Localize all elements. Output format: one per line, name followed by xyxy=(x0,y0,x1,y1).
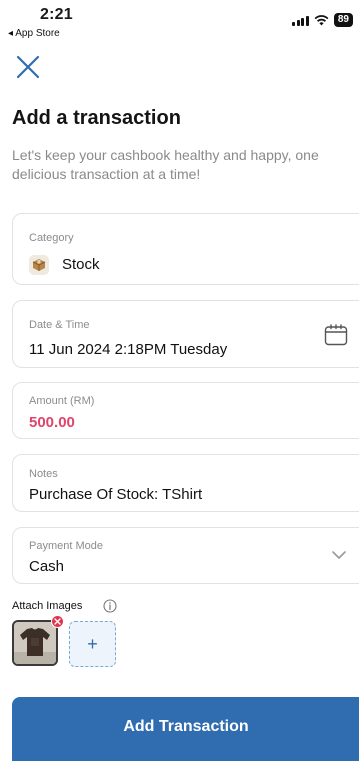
payment-mode-select[interactable]: Payment Mode Cash xyxy=(12,527,359,584)
close-icon[interactable] xyxy=(14,53,42,81)
calendar-icon[interactable] xyxy=(324,324,348,346)
datetime-value: 11 Jun 2024 2:18PM Tuesday xyxy=(29,341,228,358)
box-icon xyxy=(29,255,49,275)
wifi-icon xyxy=(314,14,329,25)
add-transaction-label: Add Transaction xyxy=(123,718,249,735)
add-transaction-button[interactable]: Add Transaction xyxy=(12,697,359,761)
notes-label: Notes xyxy=(29,468,58,480)
payment-mode-label: Payment Mode xyxy=(29,540,103,552)
amount-field[interactable]: Amount (RM) 500.00 xyxy=(12,382,359,439)
attach-images-label: Attach Images xyxy=(12,600,83,612)
back-to-app-store-link[interactable]: ◂ App Store xyxy=(8,28,60,39)
category-value: Stock xyxy=(62,256,100,273)
chevron-down-icon xyxy=(332,551,346,559)
amount-label: Amount (RM) xyxy=(29,395,95,407)
datetime-label: Date & Time xyxy=(29,319,90,331)
remove-image-icon[interactable] xyxy=(51,615,64,628)
notes-value: Purchase Of Stock: TShirt xyxy=(29,486,203,503)
category-label: Category xyxy=(29,232,74,244)
amount-value: 500.00 xyxy=(29,414,75,431)
plus-icon: + xyxy=(87,634,98,654)
notes-field[interactable]: Notes Purchase Of Stock: TShirt xyxy=(12,454,359,512)
category-field[interactable]: Category Stock xyxy=(12,213,359,285)
info-icon[interactable] xyxy=(103,599,117,613)
signal-icon xyxy=(292,15,309,26)
add-image-button[interactable]: + xyxy=(69,621,116,667)
attached-image-thumbnail[interactable] xyxy=(12,620,58,666)
status-bar: 2:21 ◂ App Store 89 xyxy=(0,0,359,44)
datetime-field[interactable]: Date & Time 11 Jun 2024 2:18PM Tuesday xyxy=(12,300,359,368)
page-subtitle: Let's keep your cashbook healthy and hap… xyxy=(12,147,319,182)
status-icons: 89 xyxy=(292,13,353,27)
payment-mode-value: Cash xyxy=(29,558,65,575)
page-title: Add a transaction xyxy=(12,107,181,129)
status-time: 2:21 xyxy=(40,6,73,23)
battery-indicator: 89 xyxy=(333,13,353,27)
